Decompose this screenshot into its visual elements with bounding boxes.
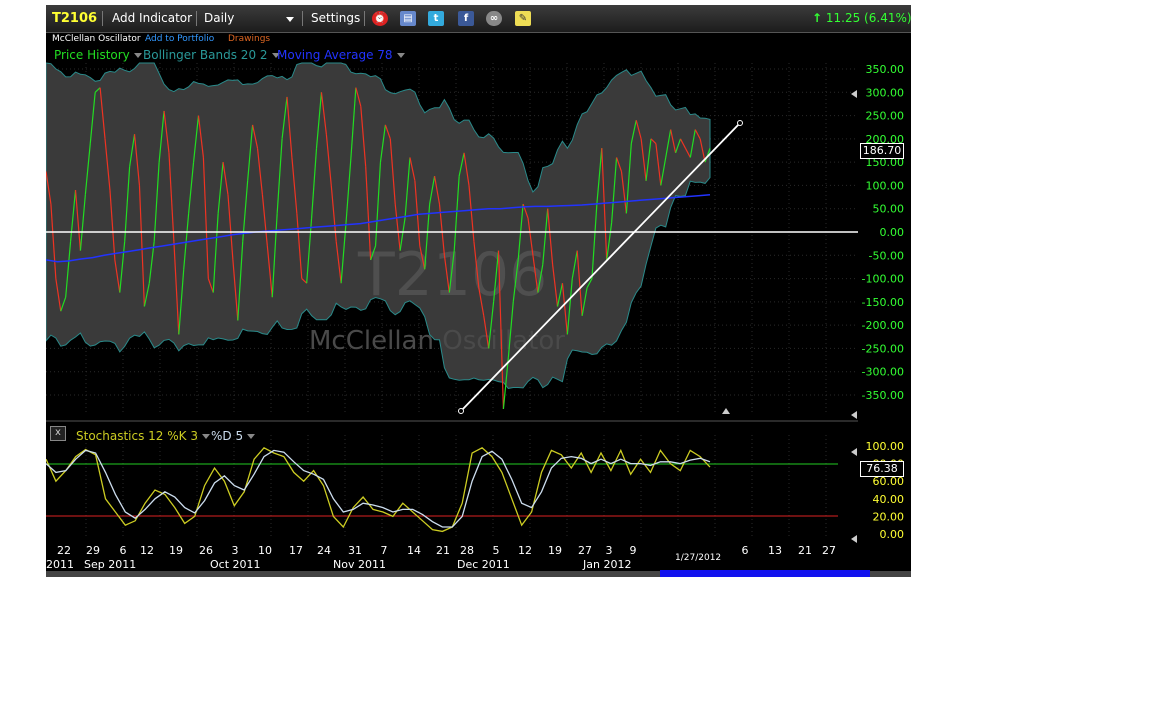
chart-application: T2106 Add Indicator Daily Settings ⏰ ▤ t… <box>46 5 911 577</box>
x-tick-label: 22 <box>57 544 71 557</box>
watermark-name: McClellan Oscillator <box>309 326 565 356</box>
x-tick-label: 21 <box>436 544 450 557</box>
y-tick-label: 20.00 <box>873 510 905 523</box>
crosshair-date: 1/27/2012 <box>675 553 721 563</box>
y-tick-label: -100.00 <box>862 273 904 286</box>
x-month-label: Sep 2011 <box>84 558 136 571</box>
y-tick-label: 250.00 <box>866 110 905 123</box>
x-tick-label: 6 <box>742 544 749 557</box>
close-icon: x <box>55 427 61 438</box>
x-tick-label: 10 <box>258 544 272 557</box>
x-tick-label: 3 <box>606 544 613 557</box>
x-tick-label: 31 <box>348 544 362 557</box>
y-tick-label: 350.00 <box>866 63 905 76</box>
chevron-down-icon <box>247 434 256 439</box>
x-tick-label: 26 <box>199 544 213 557</box>
x-tick-label: 19 <box>548 544 562 557</box>
d-line-indicator[interactable]: %D 5 <box>211 429 256 443</box>
y-tick-label: -50.00 <box>869 249 904 262</box>
main-y-axis: 350.00300.00250.00200.00150.00100.0050.0… <box>862 63 904 402</box>
x-month-label: Dec 2011 <box>457 558 510 571</box>
scroll-left-icon[interactable] <box>851 90 857 98</box>
x-tick-label: 24 <box>317 544 331 557</box>
scroll-left-icon[interactable] <box>851 411 857 419</box>
last-stochastic-box: 76.38 <box>860 461 904 477</box>
y-tick-label: 100.00 <box>866 440 905 453</box>
y-tick-label: 300.00 <box>866 86 905 99</box>
stochastics-label: Stochastics 12 %K 3 <box>76 429 198 443</box>
stochastic-k-line <box>46 446 711 533</box>
x-tick-label: 27 <box>822 544 836 557</box>
x-tick-label: 13 <box>768 544 782 557</box>
y-tick-label: 40.00 <box>873 493 905 506</box>
lower-y-axis: 100.0080.0060.0040.0020.000.00 <box>866 440 905 541</box>
y-tick-label: -350.00 <box>862 389 904 402</box>
x-tick-label: 3 <box>232 544 239 557</box>
x-tick-label: 12 <box>140 544 154 557</box>
d-label: %D 5 <box>211 429 244 443</box>
x-tick-label: 6 <box>120 544 127 557</box>
x-tick-label: 9 <box>630 544 637 557</box>
x-tick-label: 21 <box>798 544 812 557</box>
scrollbar-thumb[interactable] <box>660 570 870 577</box>
y-tick-label: -200.00 <box>862 319 904 332</box>
x-tick-label: 28 <box>460 544 474 557</box>
y-tick-label: 60.00 <box>873 475 905 488</box>
trend-line-end-handle[interactable] <box>737 120 743 126</box>
x-month-label: Oct 2011 <box>210 558 261 571</box>
y-tick-label: -150.00 <box>862 296 904 309</box>
y-tick-label: 50.00 <box>873 203 905 216</box>
stochastics-indicator[interactable]: Stochastics 12 %K 3 <box>76 429 210 443</box>
y-tick-label: 100.00 <box>866 179 905 192</box>
x-tick-label: 5 <box>493 544 500 557</box>
x-tick-label: 12 <box>518 544 532 557</box>
y-tick-label: 0.00 <box>880 528 905 541</box>
y-tick-label: 0.00 <box>880 226 905 239</box>
x-tick-label: 29 <box>86 544 100 557</box>
x-month-label: Nov 2011 <box>333 558 386 571</box>
main-chart[interactable]: T2106 McClellan Oscillator 350.00300.002… <box>46 5 911 577</box>
y-tick-label: -300.00 <box>862 366 904 379</box>
x-tick-label: 7 <box>381 544 388 557</box>
x-tick-label: 14 <box>407 544 421 557</box>
trend-line-start-handle[interactable] <box>458 408 464 414</box>
scroll-left-icon[interactable] <box>851 448 857 456</box>
y-tick-label: -250.00 <box>862 342 904 355</box>
chevron-down-icon <box>201 434 210 439</box>
x-tick-label: 19 <box>169 544 183 557</box>
scroll-left-icon[interactable] <box>851 535 857 543</box>
x-tick-label: 27 <box>578 544 592 557</box>
last-price-box: 186.70 <box>860 143 904 159</box>
x-month-label: Jan 2012 <box>582 558 631 571</box>
scroll-up-icon[interactable] <box>722 408 730 414</box>
close-indicator-button[interactable]: x <box>50 426 66 441</box>
x-tick-label: 17 <box>289 544 303 557</box>
x-month-label: 2011 <box>46 558 74 571</box>
